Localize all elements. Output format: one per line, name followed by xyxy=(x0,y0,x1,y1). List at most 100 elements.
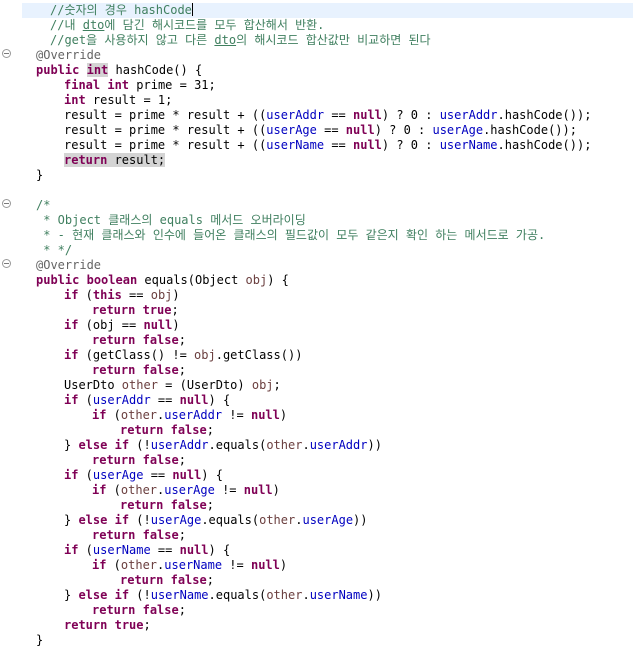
code-text: != xyxy=(222,408,251,422)
fold-toggle-icon[interactable] xyxy=(2,49,11,58)
code-text: result = prime * result + (( xyxy=(64,138,267,152)
keyword: if xyxy=(92,558,107,572)
field-ref: userName xyxy=(266,138,325,152)
code-text: == xyxy=(143,468,173,482)
keyword-occurrence: return xyxy=(64,153,108,167)
local-ref: other xyxy=(259,513,296,527)
code-line: return result; xyxy=(64,153,166,168)
code-line: @Override xyxy=(36,48,101,63)
keyword: false xyxy=(170,423,207,437)
field-ref: userName xyxy=(92,543,151,557)
keyword: null xyxy=(179,393,209,407)
keyword: return xyxy=(120,423,164,437)
code-line: return false; xyxy=(120,498,214,513)
keyword: return xyxy=(92,603,136,617)
code-text: )) xyxy=(367,438,382,452)
keyword: else xyxy=(78,588,108,602)
code-text: UserDto xyxy=(64,378,122,392)
code-line: /* xyxy=(36,198,50,213)
keyword: null xyxy=(250,558,280,572)
code-line: if (userName == null) { xyxy=(64,543,230,558)
code-line: * */ xyxy=(36,243,72,258)
keyword: null xyxy=(243,483,273,497)
text-caret xyxy=(191,3,193,16)
code-text: } xyxy=(36,633,44,647)
code-text: ) ? 0 : xyxy=(381,108,440,122)
keyword: return xyxy=(92,363,136,377)
local-ref: other xyxy=(266,438,303,452)
code-line: public int hashCode() { xyxy=(36,63,202,78)
code-text: (getClass() != xyxy=(78,348,195,362)
code-text: prime = 31; xyxy=(129,78,216,92)
code-line: if (other.userName != null) xyxy=(92,558,287,573)
code-text: . xyxy=(302,588,310,602)
code-line: if (other.userAge != null) xyxy=(92,483,280,498)
local-ref: other xyxy=(121,378,158,392)
code-text: ; xyxy=(178,453,186,467)
comment: 의 해시코드 합산값만 비교하면 된다 xyxy=(236,33,431,47)
comment: /* xyxy=(36,198,51,212)
field-ref: userAddr xyxy=(164,408,223,422)
keyword: return xyxy=(120,573,164,587)
comment: * - 현재 클래스와 인수에 들어온 클래스의 필드값이 모두 같은지 확인 … xyxy=(36,228,546,242)
code-line: } xyxy=(36,633,43,648)
field-ref: userName xyxy=(150,588,209,602)
code-line: return false; xyxy=(120,423,214,438)
keyword: null xyxy=(250,408,280,422)
fold-toggle-icon[interactable] xyxy=(2,199,11,208)
code-text: .hashCode()); xyxy=(483,123,577,137)
field-ref: userAddr xyxy=(266,108,325,122)
keyword: if xyxy=(64,348,79,362)
keyword: if xyxy=(64,468,79,482)
code-text: == xyxy=(114,318,144,332)
code-text: (! xyxy=(129,588,151,602)
keyword: if xyxy=(92,483,107,497)
annotation: @Override xyxy=(36,48,102,62)
code-text: ; xyxy=(206,573,214,587)
code-text: ; xyxy=(206,498,214,512)
code-line: //get을 사용하지 않고 다른 dto의 해시코드 합산값만 비교하면 된다 xyxy=(50,33,431,48)
code-editor[interactable]: //숫자의 경우 hashCode //내 dto에 담긴 해시코드를 모두 합… xyxy=(0,0,633,647)
code-line: * Object 클래스의 equals 메서드 오버라이딩 xyxy=(36,213,306,228)
code-text: ( xyxy=(78,393,93,407)
keyword: false xyxy=(170,498,207,512)
keyword: boolean xyxy=(86,273,138,287)
code-line: if (userAge == null) { xyxy=(64,468,223,483)
keyword: else xyxy=(78,438,108,452)
keyword: if xyxy=(114,438,130,452)
field-ref: userAge xyxy=(266,123,317,137)
code-text: )) xyxy=(353,513,368,527)
code-text: ; xyxy=(178,363,186,377)
code-line: return false; xyxy=(92,528,186,543)
keyword: null xyxy=(179,543,209,557)
keyword: false xyxy=(142,603,179,617)
code-text: } xyxy=(36,168,44,182)
keyword: public xyxy=(36,63,80,77)
code-text: == xyxy=(316,123,346,137)
keyword: true xyxy=(114,618,144,632)
keyword: null xyxy=(345,123,375,137)
field-ref: userAge xyxy=(164,483,215,497)
fold-toggle-icon[interactable] xyxy=(2,259,11,268)
code-text: ( xyxy=(106,483,121,497)
code-text: result = prime * result + (( xyxy=(64,123,267,137)
code-line: } else if (!userAge.equals(other.userAge… xyxy=(64,513,368,528)
code-text: == xyxy=(324,108,353,122)
field-ref: userAge xyxy=(150,513,202,527)
comment-spellcheck-word: dto xyxy=(214,33,237,47)
code-text: ; xyxy=(206,423,214,437)
code-line: @Override xyxy=(36,258,101,273)
field-ref: userAddr xyxy=(309,438,368,452)
field-ref: userAge xyxy=(92,468,144,482)
code-line: public boolean equals(Object obj) { xyxy=(36,273,289,288)
code-line: if (userAddr == null) { xyxy=(64,393,230,408)
code-line: if (other.userAddr != null) xyxy=(92,408,287,423)
code-line: } else if (!userName.equals(other.userNa… xyxy=(64,588,382,603)
keyword: return xyxy=(92,333,136,347)
code-text: .equals( xyxy=(208,588,267,602)
comment: //숫자의 경우 hashCode xyxy=(50,3,192,17)
code-text: ) xyxy=(172,318,180,332)
code-text: ) xyxy=(172,288,180,302)
code-text: ( xyxy=(106,558,121,572)
keyword: return xyxy=(120,498,164,512)
